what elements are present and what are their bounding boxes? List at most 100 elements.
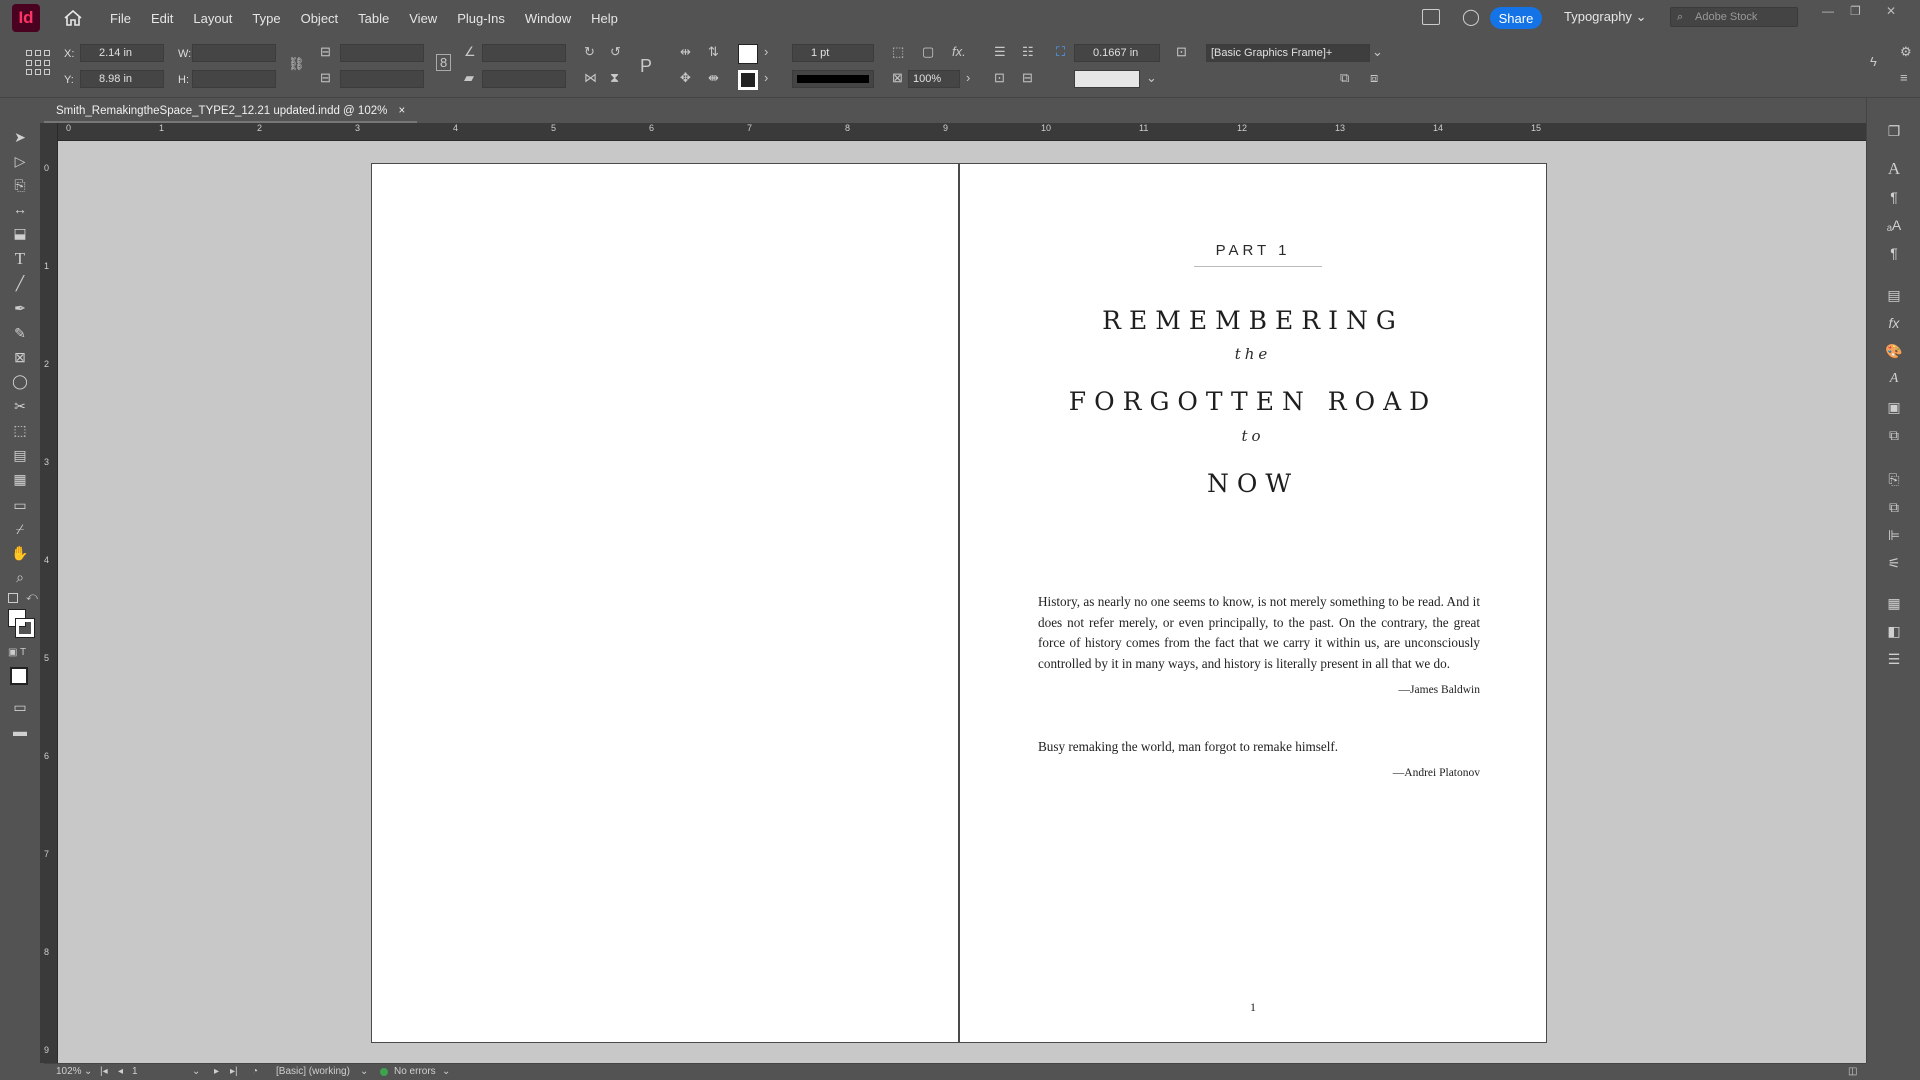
title-line-5[interactable]: NOW [960, 469, 1546, 498]
fill-menu-icon[interactable]: › [764, 44, 768, 59]
reference-point-icon[interactable] [26, 50, 52, 76]
gap-tool-icon[interactable]: ↔ [9, 199, 31, 219]
rectangle-frame-tool-icon[interactable]: ⊠ [9, 347, 31, 367]
swap-colors-icon[interactable]: ⤺ [26, 591, 38, 604]
paragraph-styles-icon[interactable]: ¶ [1883, 242, 1905, 264]
rotate-ccw-icon[interactable]: ↺ [610, 44, 621, 60]
character-styles-icon[interactable]: ₐA [1883, 214, 1905, 236]
menu-lines-icon[interactable]: ☰ [1883, 648, 1905, 670]
selection-tool-icon[interactable]: ➤ [9, 127, 31, 147]
vertical-ruler[interactable]: 0 1 2 3 4 5 6 7 8 9 [40, 123, 58, 1063]
free-transform-tool-icon[interactable]: ⬚ [9, 420, 31, 440]
right-page[interactable]: PART 1 REMEMBERING the FORGOTTEN ROAD to… [959, 163, 1547, 1043]
last-page-icon[interactable]: ▸| [230, 1066, 238, 1077]
page-tool-icon[interactable]: ⎘ [9, 175, 31, 195]
character-panel-icon[interactable]: A [1883, 158, 1905, 180]
fill-swatch[interactable] [738, 44, 758, 64]
align-panel-icon[interactable]: ⊫ [1883, 524, 1905, 546]
paragraph-panel-icon[interactable]: ¶ [1883, 186, 1905, 208]
menu-window[interactable]: Window [515, 11, 581, 26]
close-window-button[interactable]: ✕ [1886, 4, 1896, 18]
open-document-icon[interactable]: ◔ [252, 1066, 258, 1077]
w-field[interactable] [192, 44, 276, 62]
flip-v-icon[interactable]: ⧗ [610, 70, 619, 86]
text-wrap-icon[interactable]: ⬚ [892, 44, 904, 60]
opacity-menu-icon[interactable]: › [966, 70, 970, 85]
corner-options-icon[interactable]: ⛶ [1056, 44, 1065, 60]
text-frame-options-icon[interactable]: ⊡ [994, 70, 1005, 86]
flip-icon[interactable]: ⋈ [584, 70, 597, 86]
fitting-icon[interactable]: ⊡ [1176, 44, 1187, 60]
rotate-angle-icon[interactable]: ∠ [464, 44, 476, 60]
properties-panel-icon[interactable]: ⚟ [1883, 552, 1905, 574]
menu-table[interactable]: Table [348, 11, 399, 26]
align-top-icon[interactable]: ☰ [994, 44, 1006, 60]
scale-y-field[interactable] [340, 70, 424, 88]
content-collector-icon[interactable]: ⬓ [9, 223, 31, 243]
text-wrap-panel-icon[interactable]: ▤ [1883, 284, 1905, 306]
object-style-dropdown-icon[interactable]: ⌄ [1372, 44, 1383, 60]
flip-horizontal-icon[interactable]: ⇹ [680, 44, 691, 60]
align-center-icon[interactable]: ☷ [1022, 44, 1034, 60]
preflight-profile[interactable]: [Basic] (working) [276, 1066, 350, 1077]
layers-panel-icon[interactable]: ⎘ [1883, 468, 1905, 490]
scale-y-icon[interactable]: ⊟ [320, 70, 331, 86]
glyphs-panel-icon[interactable]: A [1883, 368, 1905, 390]
title-line-4[interactable]: to [960, 427, 1546, 445]
title-line-3[interactable]: FORGOTTEN ROAD [960, 387, 1546, 416]
minimize-button[interactable]: — [1822, 4, 1834, 18]
preflight-status[interactable]: No errors [394, 1066, 436, 1077]
default-colors-icon[interactable] [8, 593, 18, 603]
horizontal-ruler[interactable]: 0 1 2 3 4 5 6 7 8 9 10 11 12 13 14 15 [58, 123, 1866, 141]
adobe-stock-search[interactable]: ⌕ Adobe Stock [1670, 7, 1798, 27]
pasteboard[interactable]: PART 1 REMEMBERING the FORGOTTEN ROAD to… [58, 141, 1866, 1063]
title-line-2[interactable]: the [960, 345, 1546, 363]
formatting-container-icon[interactable]: ▣ T [8, 647, 26, 658]
menu-plugins[interactable]: Plug-Ins [447, 11, 515, 26]
menu-type[interactable]: Type [242, 11, 290, 26]
close-tab-icon[interactable]: × [399, 105, 406, 117]
epigraph-baldwin[interactable]: History, as nearly no one seems to know,… [1038, 592, 1480, 674]
h-field[interactable] [192, 70, 276, 88]
zoom-level[interactable]: 102% [56, 1066, 82, 1077]
scale-x-field[interactable] [340, 44, 424, 62]
pages-panel-icon[interactable]: ❐ [1883, 120, 1905, 142]
menu-object[interactable]: Object [291, 11, 349, 26]
color-panel-icon[interactable]: ▦ [1883, 592, 1905, 614]
stroke-weight-field[interactable]: 1 pt [792, 44, 874, 62]
ellipse-tool-icon[interactable]: ◯ [9, 371, 31, 391]
gradient-swatch-tool-icon[interactable]: ▤ [9, 445, 31, 465]
auto-size-icon[interactable]: ⊟ [1022, 70, 1033, 86]
restore-button[interactable]: ❐ [1850, 4, 1861, 18]
epigraph-platonov[interactable]: Busy remaking the world, man forgot to r… [1038, 737, 1480, 758]
book-panel-icon[interactable]: ⧉ [1883, 424, 1905, 446]
direct-selection-tool-icon[interactable]: ▷ [9, 151, 31, 171]
part-heading[interactable]: PART 1 [960, 242, 1546, 259]
share-button[interactable]: Share [1490, 7, 1542, 29]
pencil-tool-icon[interactable]: ✎ [9, 323, 31, 343]
zoom-tool-icon[interactable]: ⌕ [9, 567, 31, 587]
current-page[interactable]: 1 [132, 1066, 138, 1077]
note-tool-icon[interactable]: ▭ [9, 495, 31, 515]
rotate-field[interactable] [482, 44, 566, 62]
preview-mode-icon[interactable]: ▬ [9, 721, 31, 741]
attribution-platonov[interactable]: —Andrei Platonov [1038, 767, 1480, 779]
gradient-panel-icon[interactable]: ◧ [1883, 620, 1905, 642]
workspace-switcher[interactable]: Typography ⌄ [1564, 9, 1646, 25]
stroke-panel-icon[interactable]: ⧉ [1883, 496, 1905, 518]
opacity-field[interactable]: 100% [908, 70, 960, 88]
first-page-icon[interactable]: |◂ [100, 1066, 108, 1077]
corner-shape-field[interactable] [1074, 70, 1140, 88]
stroke-type-field[interactable] [792, 70, 874, 88]
shear-angle-icon[interactable]: ▰ [464, 70, 474, 86]
preflight-dropdown-icon[interactable]: ⌄ [442, 1066, 450, 1077]
menu-edit[interactable]: Edit [141, 11, 183, 26]
next-page-icon[interactable]: ▸ [214, 1066, 219, 1077]
profile-dropdown-icon[interactable]: ⌄ [360, 1066, 368, 1077]
object-style-select[interactable]: [Basic Graphics Frame]+ [1206, 44, 1370, 62]
pen-tool-icon[interactable]: ✒ [9, 298, 31, 318]
constrain-proportions-icon[interactable]: ⛓ [288, 56, 305, 72]
type-tool-icon[interactable]: T [9, 249, 31, 269]
panel-menu-icon[interactable]: ≡ [1900, 70, 1908, 85]
home-icon[interactable] [62, 7, 84, 29]
